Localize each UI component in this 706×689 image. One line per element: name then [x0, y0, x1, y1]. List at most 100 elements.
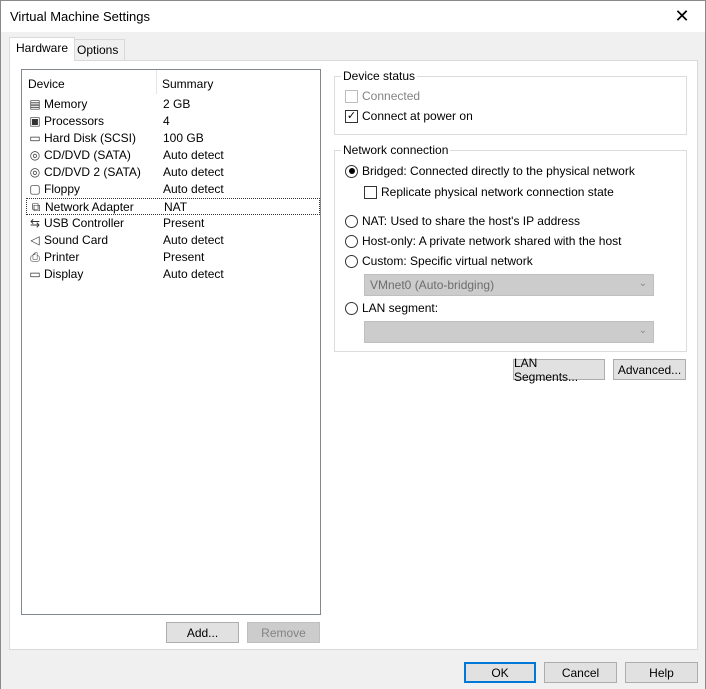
hard-disk-icon: ▭ — [29, 131, 41, 145]
title-bar: Virtual Machine Settings ✕ — [1, 1, 705, 32]
device-summary: Auto detect — [163, 165, 224, 179]
bridged-radio-dot — [345, 164, 358, 178]
host-only-radio[interactable]: Host-only: A private network shared with… — [345, 234, 621, 248]
help-button[interactable]: Help — [625, 662, 698, 683]
speaker-icon: ◁ — [30, 233, 40, 247]
close-icon: ✕ — [674, 6, 690, 26]
remove-button[interactable]: Remove — [247, 622, 320, 643]
bridged-radio[interactable]: Bridged: Connected directly to the physi… — [345, 164, 635, 178]
device-row[interactable]: ▢ Floppy Auto detect — [26, 181, 320, 198]
device-row[interactable]: ⧉ Network Adapter NAT — [26, 198, 320, 215]
custom-radio[interactable]: Custom: Specific virtual network — [345, 254, 533, 268]
connect-at-power-on-label: Connect at power on — [362, 109, 473, 123]
device-summary: 100 GB — [163, 131, 204, 145]
cancel-button[interactable]: Cancel — [544, 662, 617, 683]
custom-network-select[interactable]: VMnet0 (Auto-bridging) ⌄ — [364, 274, 654, 296]
display-icon: ▭ — [29, 267, 41, 281]
device-row[interactable]: ▣ Processors 4 — [26, 113, 320, 130]
device-summary: 4 — [163, 114, 170, 128]
device-row[interactable]: ⎙ Printer Present — [26, 249, 320, 266]
cd-dvd-icon: ◎ — [29, 148, 41, 162]
processor-icon: ▣ — [29, 114, 41, 128]
advanced-button[interactable]: Advanced... — [613, 359, 686, 380]
device-list[interactable]: Device Summary ▤ Memory 2 GB ▣ Processors 4 ▭ H… — [21, 69, 321, 615]
device-summary: Auto detect — [163, 182, 224, 196]
device-name: Printer — [44, 250, 80, 264]
settings-dialog: Virtual Machine Settings ✕ Hardware Opti… — [0, 0, 706, 689]
ok-button[interactable]: OK — [464, 662, 536, 683]
network-connection-title: Network connection — [341, 143, 451, 157]
list-header: Device Summary — [22, 70, 320, 96]
device-summary: Present — [163, 216, 205, 230]
lan-segments-button[interactable]: LAN Segments... — [513, 356, 605, 384]
device-summary: Auto detect — [163, 148, 224, 162]
custom-label: Custom: Specific virtual network — [362, 254, 533, 268]
chevron-down-icon: ⌄ — [638, 278, 647, 289]
device-name: CD/DVD 2 (SATA) — [44, 165, 141, 179]
ok-button-label: OK — [491, 665, 509, 680]
nat-label: NAT: Used to share the host's IP address — [362, 214, 580, 228]
device-name: Floppy — [44, 182, 81, 196]
device-summary: Auto detect — [163, 233, 224, 247]
device-name: Network Adapter — [45, 200, 134, 214]
device-status-group: Device status Connected ✓ Connect at pow… — [334, 69, 687, 135]
column-header-summary[interactable]: Summary — [162, 77, 213, 91]
device-name: USB Controller — [44, 216, 125, 230]
lan-segment-radio-dot — [345, 301, 358, 315]
device-row[interactable]: ⇆ USB Controller Present — [26, 215, 320, 232]
add-button-label: Add... — [186, 625, 219, 640]
device-row[interactable]: ▭ Display Auto detect — [26, 266, 320, 283]
host-only-label: Host-only: A private network shared with… — [362, 234, 622, 248]
advanced-button-label: Advanced... — [617, 362, 682, 377]
add-button[interactable]: Add... — [166, 622, 239, 643]
checkmark-icon: ✓ — [345, 109, 358, 123]
device-row[interactable]: ◎ CD/DVD 2 (SATA) Auto detect — [26, 164, 320, 181]
replicate-label: Replicate physical network connection st… — [381, 185, 614, 199]
device-name: CD/DVD (SATA) — [44, 148, 131, 162]
remove-button-label: Remove — [261, 625, 306, 640]
device-summary: NAT — [164, 200, 188, 214]
column-separator[interactable] — [156, 70, 157, 94]
lan-segment-select[interactable]: ⌄ — [364, 321, 654, 343]
lan-segments-button-label: LAN Segments... — [514, 355, 579, 384]
replicate-checkbox-box — [364, 185, 377, 199]
custom-radio-dot — [345, 254, 358, 268]
replicate-state-checkbox[interactable]: Replicate physical network connection st… — [364, 185, 614, 199]
network-connection-group: Network connection Bridged: Connected di… — [334, 143, 687, 352]
network-adapter-icon: ⧉ — [31, 200, 41, 214]
host-only-radio-dot — [345, 234, 358, 248]
connected-checkbox[interactable]: Connected — [345, 89, 420, 103]
nat-radio-dot — [345, 214, 358, 228]
device-name: Display — [44, 267, 84, 281]
window-title: Virtual Machine Settings — [10, 9, 150, 24]
device-status-title: Device status — [341, 69, 418, 83]
device-name: Memory — [44, 97, 88, 111]
chevron-down-icon: ⌄ — [638, 325, 647, 336]
tab-options[interactable]: Options — [70, 39, 126, 60]
lan-segment-radio[interactable]: LAN segment: — [345, 301, 438, 315]
usb-icon: ⇆ — [29, 216, 41, 230]
device-name: Hard Disk (SCSI) — [44, 131, 137, 145]
tab-hardware[interactable]: Hardware — [9, 37, 76, 61]
printer-icon: ⎙ — [30, 250, 40, 264]
column-header-device[interactable]: Device — [28, 77, 65, 91]
device-summary: 2 GB — [163, 97, 191, 111]
cd-dvd-icon: ◎ — [29, 165, 41, 179]
device-row[interactable]: ▤ Memory 2 GB — [26, 96, 320, 113]
device-row[interactable]: ▭ Hard Disk (SCSI) 100 GB — [26, 130, 320, 147]
connected-checkbox-box — [345, 89, 358, 103]
lan-segment-label: LAN segment: — [362, 301, 439, 315]
cancel-button-label: Cancel — [561, 665, 600, 680]
nat-radio[interactable]: NAT: Used to share the host's IP address — [345, 214, 580, 228]
custom-network-value: VMnet0 (Auto-bridging) — [370, 278, 495, 292]
device-row[interactable]: ◁ Sound Card Auto detect — [26, 232, 320, 249]
device-name: Processors — [44, 114, 105, 128]
help-button-label: Help — [649, 665, 674, 680]
device-row[interactable]: ◎ CD/DVD (SATA) Auto detect — [26, 147, 320, 164]
device-name: Sound Card — [44, 233, 109, 247]
device-summary: Auto detect — [163, 267, 224, 281]
connect-at-power-on-checkbox[interactable]: ✓ Connect at power on — [345, 109, 473, 123]
close-button[interactable]: ✕ — [659, 1, 705, 32]
device-summary: Present — [163, 250, 205, 264]
memory-icon: ▤ — [29, 97, 41, 111]
